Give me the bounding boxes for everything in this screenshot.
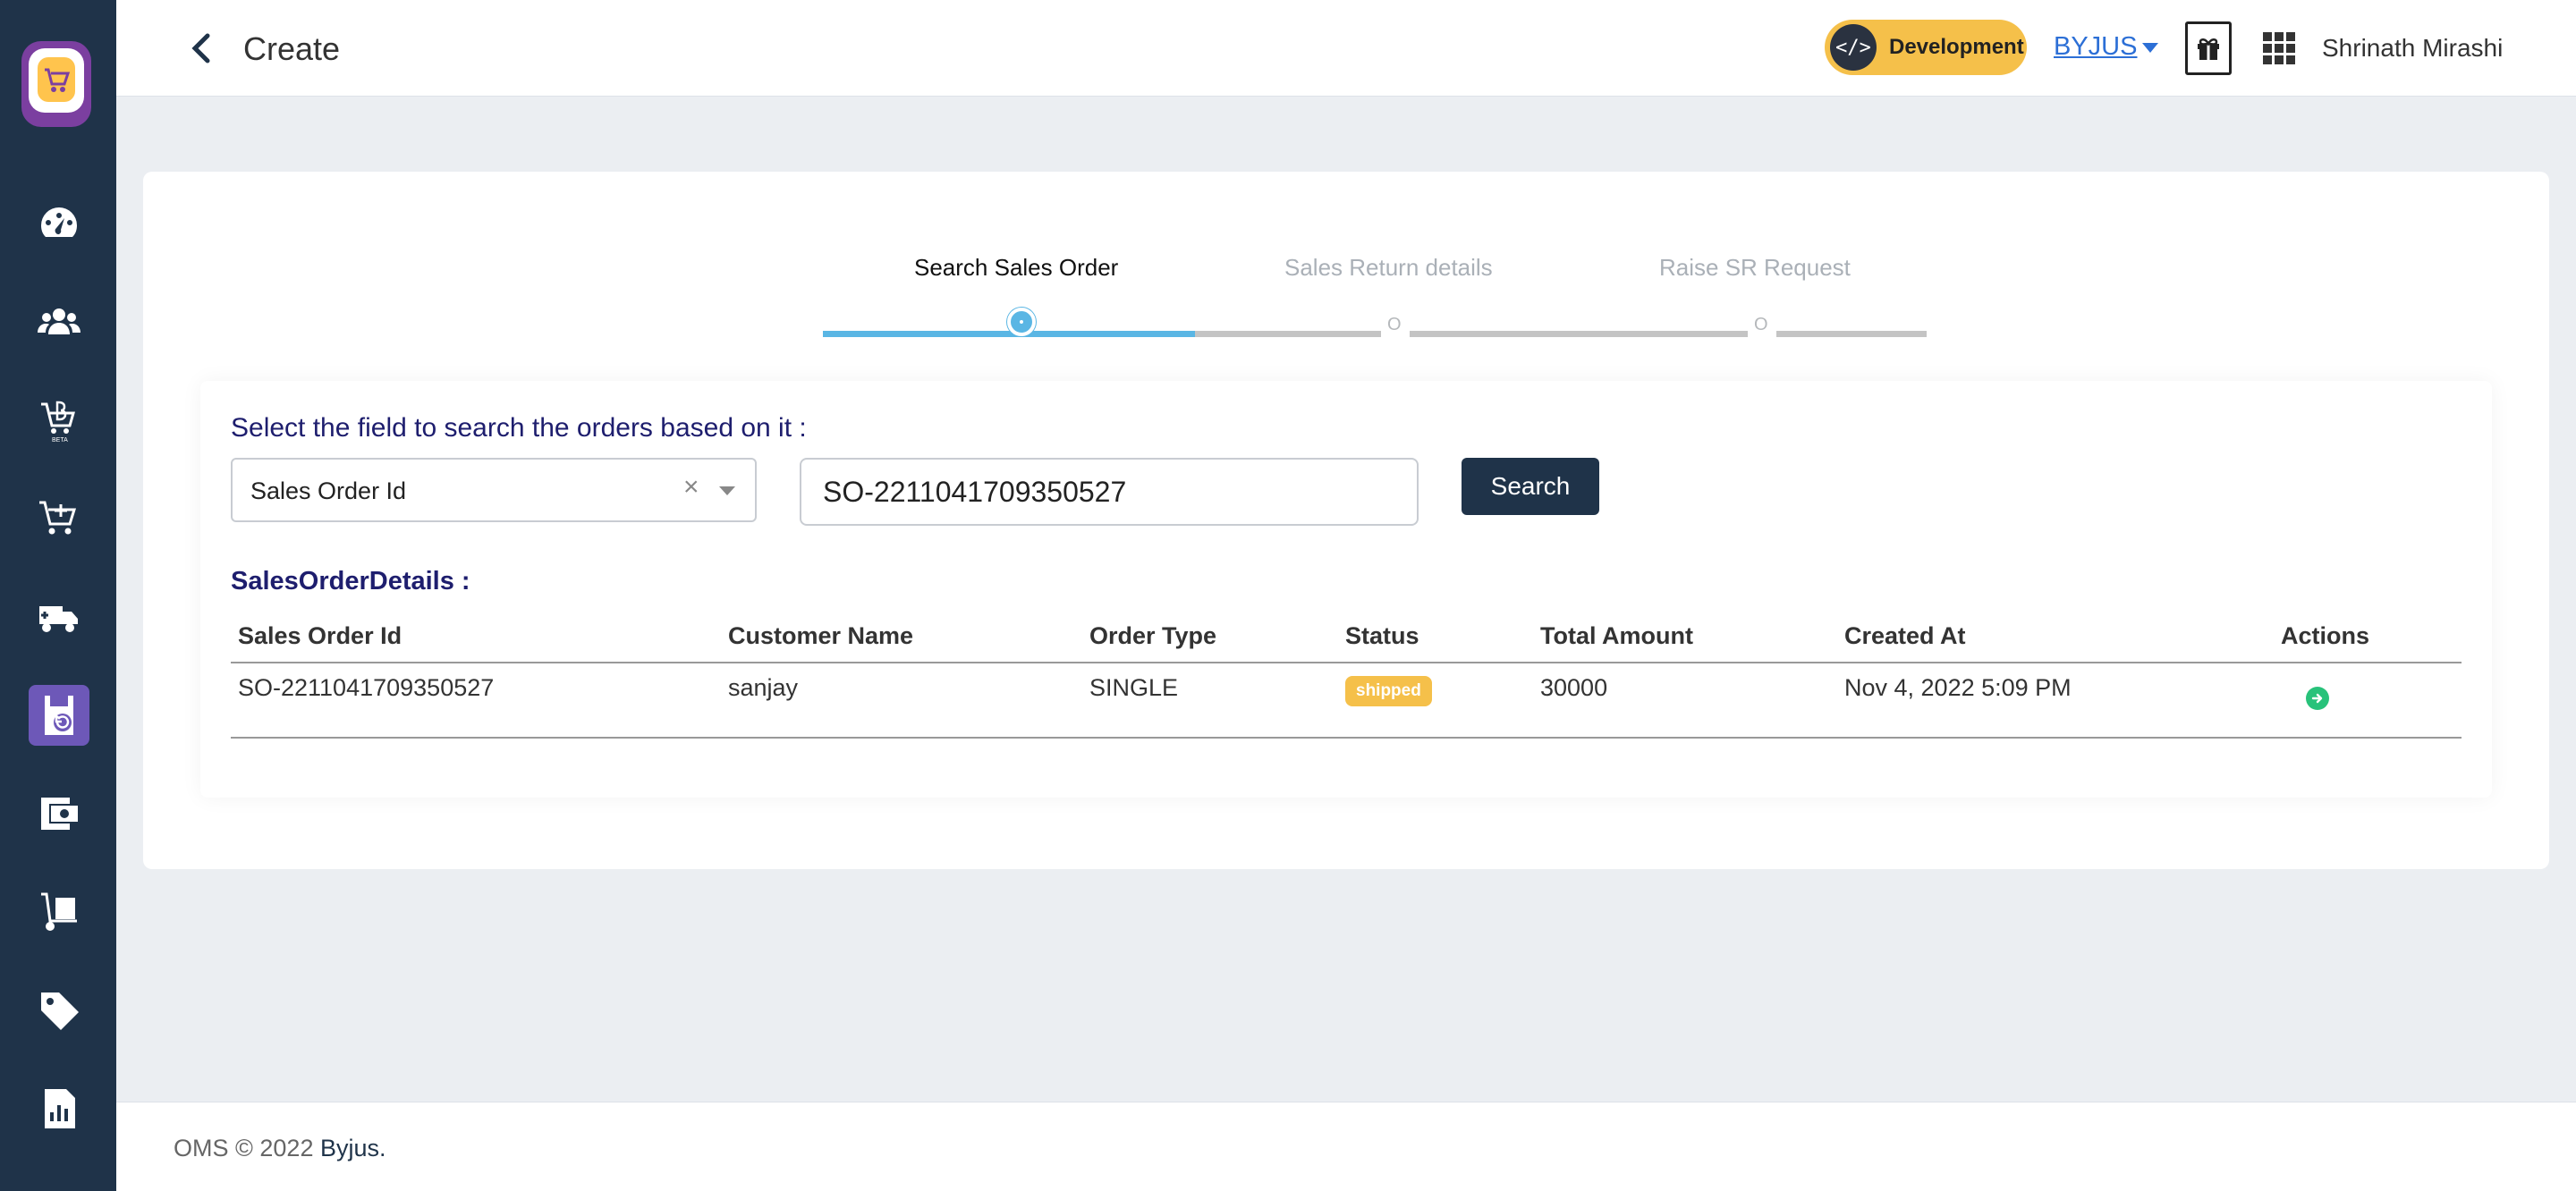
cell-customer-name: sanjay: [728, 674, 799, 701]
column-header: Created At: [1844, 622, 1966, 649]
cart-logo-icon: [38, 57, 75, 102]
dashboard-icon: [41, 207, 77, 237]
sidebar: BETA: [0, 0, 116, 1191]
column-header: Total Amount: [1540, 622, 1693, 649]
footer-brand: Byjus.: [319, 1135, 386, 1161]
step-progress-pending-2: [1410, 331, 1748, 337]
nav-tags[interactable]: [29, 980, 89, 1041]
logo-inner: [29, 48, 84, 113]
nav-create-order[interactable]: [29, 488, 89, 549]
footer-copyright: OMS © 2022: [174, 1135, 320, 1161]
footer: OMS © 2022 Byjus.: [116, 1102, 2576, 1191]
column-header: Order Type: [1089, 622, 1217, 649]
step-progress-active: [823, 331, 1195, 337]
code-icon: </>: [1830, 24, 1877, 71]
cart-logo-glyph: [45, 68, 71, 92]
add-to-cart-icon: [39, 501, 77, 535]
step-sales-return-details: Sales Return details: [1284, 254, 1493, 281]
column-header: Customer Name: [728, 622, 914, 649]
table-header-divider: [231, 662, 2462, 663]
nav-users[interactable]: [29, 291, 89, 352]
table-row-divider: [231, 737, 2462, 739]
step-3-circle-icon: O: [1754, 315, 1768, 334]
environment-label: Development: [1889, 35, 2024, 59]
results-title: SalesOrderDetails :: [231, 567, 470, 596]
gift-icon: [2198, 38, 2219, 60]
nav-reports[interactable]: [29, 1078, 89, 1139]
warehouse-dolly-icon: [41, 892, 77, 931]
cell-sales-order-id: SO-2211041709350527: [238, 674, 495, 701]
environment-badge[interactable]: </> Development: [1825, 20, 2027, 75]
nav-sales-return[interactable]: [29, 685, 89, 746]
footer-text: OMS © 2022 Byjus.: [174, 1135, 386, 1162]
step-current-dot: [1007, 308, 1036, 336]
users-icon: [38, 308, 80, 334]
tenant-dropdown[interactable]: BYJUS: [2054, 32, 2137, 62]
cell-created-at: Nov 4, 2022 5:09 PM: [1844, 674, 2072, 701]
status-badge: shipped: [1345, 676, 1432, 706]
column-header: Actions: [2281, 622, 2370, 649]
user-name[interactable]: Shrinath Mirashi: [2322, 34, 2503, 63]
tag-icon: [41, 992, 79, 1030]
column-header: Status: [1345, 622, 1419, 649]
clear-icon[interactable]: ×: [683, 472, 699, 503]
step-raise-sr-request: Raise SR Request: [1659, 254, 1851, 281]
cell-order-type: SINGLE: [1089, 674, 1179, 701]
sales-return-icon: [45, 696, 73, 735]
step-search-sales-order: Search Sales Order: [914, 254, 1119, 281]
step-2-circle-icon: O: [1387, 315, 1402, 334]
search-prompt: Select the field to search the orders ba…: [231, 413, 807, 443]
shipping-truck-icon: [39, 606, 78, 632]
column-header: Sales Order Id: [238, 622, 402, 649]
cell-total-amount: 30000: [1540, 674, 1608, 701]
chevron-down-icon[interactable]: [719, 486, 735, 495]
search-field-value: Sales Order Id: [250, 477, 407, 504]
search-field-select[interactable]: Sales Order Id ×: [231, 458, 757, 522]
apps-grid-icon[interactable]: [2263, 32, 2295, 64]
beta-products-icon: BETA: [41, 401, 75, 443]
caret-down-icon[interactable]: [2142, 43, 2158, 53]
nav-payments[interactable]: [29, 783, 89, 844]
arrow-right-circle-icon[interactable]: [2306, 687, 2329, 710]
step-progress-pending-3: [1776, 331, 1927, 337]
top-header: Create </> Development BYJUS Shrinath Mi…: [116, 0, 2576, 97]
gift-button[interactable]: [2185, 21, 2232, 75]
back-arrow-icon[interactable]: [188, 30, 216, 66]
reports-icon: [45, 1089, 75, 1128]
nav-dashboard[interactable]: [29, 193, 89, 254]
step-progress-pending-1: [1195, 331, 1381, 337]
nav-warehouse[interactable]: [29, 882, 89, 942]
app-logo[interactable]: [21, 41, 91, 127]
page-title: Create: [243, 30, 341, 67]
search-input[interactable]: [800, 458, 1419, 526]
payments-icon: [41, 798, 80, 830]
nav-beta-products[interactable]: BETA: [29, 390, 89, 451]
svg-text:BETA: BETA: [52, 437, 68, 443]
search-button[interactable]: Search: [1462, 458, 1599, 515]
nav-shipping[interactable]: [29, 587, 89, 647]
